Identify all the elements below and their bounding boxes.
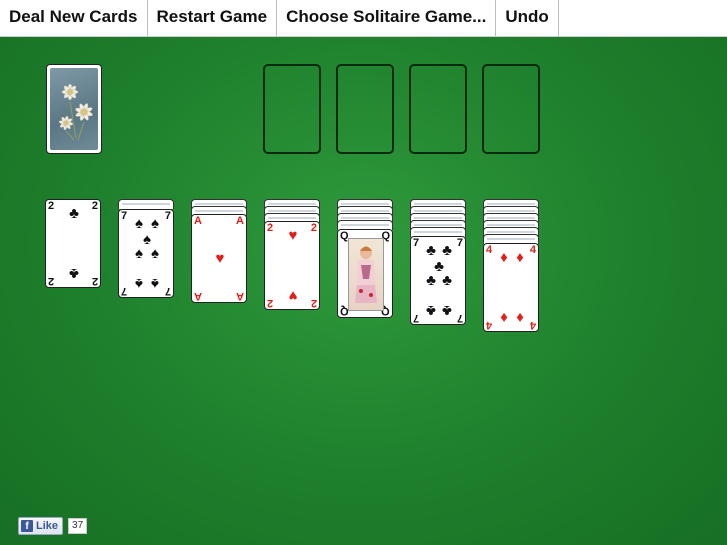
deal-new-cards-button[interactable]: Deal New Cards <box>0 0 148 36</box>
club-icon: ♣ <box>442 242 452 259</box>
facebook-like-button[interactable]: f Like <box>18 517 64 535</box>
card-ace-hearts[interactable]: A A A A ♥ <box>191 214 247 303</box>
card-rank: 7 <box>164 285 171 297</box>
like-count: 37 <box>68 518 88 534</box>
spade-icon: ♠ <box>135 215 143 232</box>
card-rank: 2 <box>91 275 98 287</box>
card-rank: 7 <box>456 237 463 249</box>
face-down-card <box>118 199 174 209</box>
card-rank: 2 <box>48 275 55 287</box>
club-icon: ♣ <box>426 242 436 259</box>
heart-icon: ♥ <box>215 250 225 267</box>
restart-game-button[interactable]: Restart Game <box>148 0 278 36</box>
foundation-slot-1[interactable] <box>263 64 321 154</box>
card-rank: 7 <box>121 285 128 297</box>
card-rank: 7 <box>413 237 420 249</box>
heart-icon: ♥ <box>288 287 298 304</box>
choose-solitaire-game-button[interactable]: Choose Solitaire Game... <box>277 0 497 36</box>
card-rank: 2 <box>267 297 274 309</box>
card-rank: 2 <box>91 200 98 212</box>
foundation-slot-2[interactable] <box>336 64 394 154</box>
heart-icon: ♥ <box>288 227 298 244</box>
card-rank: 2 <box>48 200 55 212</box>
edelweiss-flowers-icon <box>58 83 93 141</box>
diamond-icon: ♦ <box>500 309 508 326</box>
spade-icon: ♠ <box>151 245 159 262</box>
foundation-slot-4[interactable] <box>482 64 540 154</box>
diamond-icon: ♦ <box>516 249 524 266</box>
card-rank: A <box>236 215 244 227</box>
card-rank: 7 <box>121 210 128 222</box>
stock-pile[interactable] <box>46 64 102 154</box>
spade-icon: ♠ <box>135 245 143 262</box>
club-icon: ♣ <box>426 272 436 289</box>
club-icon: ♣ <box>69 205 79 222</box>
card-rank: 4 <box>486 319 493 331</box>
card-7-clubs[interactable]: 7 7 7 7 ♣ ♣ ♣ ♣ ♣ ♣ ♣ <box>410 236 466 325</box>
card-rank: 7 <box>456 312 463 324</box>
card-back-edelweiss <box>50 68 98 150</box>
card-rank: 2 <box>310 222 317 234</box>
card-rank: 4 <box>486 244 493 256</box>
spade-icon: ♠ <box>135 275 143 292</box>
club-icon: ♣ <box>426 302 436 319</box>
club-icon: ♣ <box>442 272 452 289</box>
card-2-hearts[interactable]: 2 2 2 2 ♥ ♥ <box>264 221 320 310</box>
spade-icon: ♠ <box>151 275 159 292</box>
card-7-spades[interactable]: 7 7 7 7 ♠ ♠ ♠ ♠ ♠ ♠ ♠ <box>118 209 174 298</box>
club-icon: ♣ <box>442 302 452 319</box>
queen-portrait-icon <box>348 238 384 311</box>
foundation-slot-3[interactable] <box>409 64 467 154</box>
card-4-diamonds[interactable]: 4 4 4 4 ♦ ♦ ♦ ♦ <box>483 243 539 332</box>
card-rank: 7 <box>164 210 171 222</box>
card-rank: 7 <box>413 312 420 324</box>
card-rank: A <box>236 290 244 302</box>
card-rank: 2 <box>310 297 317 309</box>
card-rank: 4 <box>529 319 536 331</box>
card-rank: A <box>194 215 202 227</box>
spade-icon: ♠ <box>151 215 159 232</box>
like-label: Like <box>36 520 59 532</box>
menu-bar: Deal New Cards Restart Game Choose Solit… <box>0 0 727 37</box>
diamond-icon: ♦ <box>516 309 524 326</box>
club-icon: ♣ <box>69 265 79 282</box>
facebook-icon: f <box>21 520 33 532</box>
facebook-like-widget: f Like 37 <box>18 517 88 535</box>
card-queen-diamonds[interactable]: Q Q Q Q <box>337 229 393 318</box>
undo-button[interactable]: Undo <box>496 0 559 36</box>
diamond-icon: ♦ <box>500 249 508 266</box>
card-rank: A <box>194 290 202 302</box>
card-2-clubs[interactable]: 2 2 2 2 ♣ ♣ <box>45 199 101 288</box>
card-rank: 4 <box>529 244 536 256</box>
card-rank: 2 <box>267 222 274 234</box>
